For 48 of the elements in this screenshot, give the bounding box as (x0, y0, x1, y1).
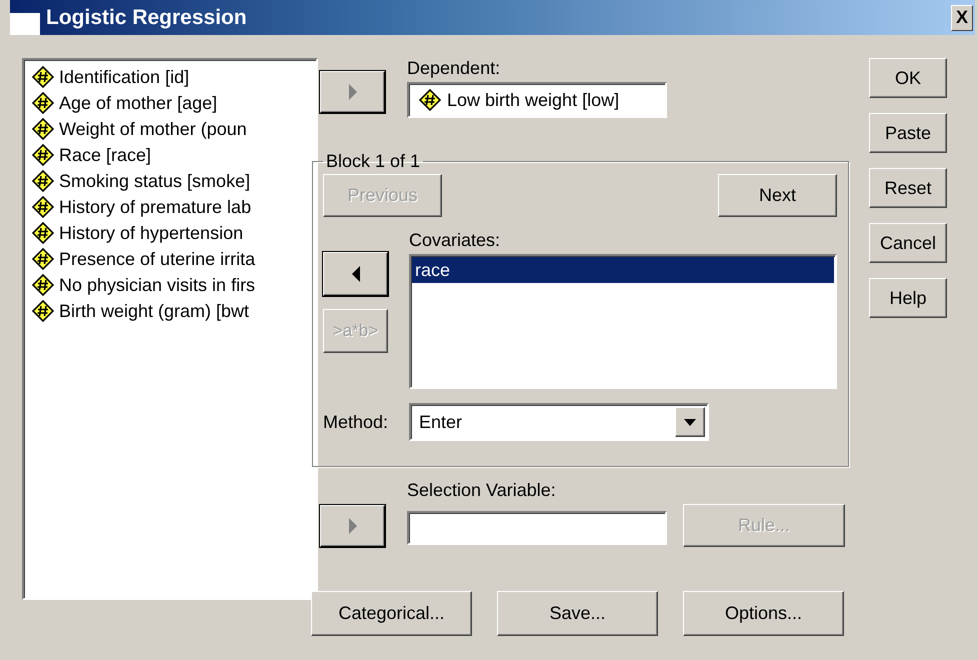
close-button[interactable]: X (951, 4, 973, 30)
window-title: Logistic Regression (46, 6, 248, 30)
covariates-list[interactable]: race (409, 254, 837, 389)
triangle-icon (346, 83, 358, 101)
diamond-icon (32, 66, 54, 88)
diamond-icon (32, 222, 54, 244)
variable-item[interactable]: History of premature lab (59, 196, 252, 218)
diamond-icon (32, 274, 54, 296)
diamond-icon (32, 196, 54, 218)
dependent-field[interactable]: Low birth weight [low] (407, 82, 667, 118)
button[interactable]: OK (869, 58, 947, 98)
group-label: Block 1 of 1 (325, 151, 422, 172)
variable-item[interactable]: Presence of uterine irrita (59, 248, 256, 270)
button[interactable]: Save... (497, 591, 658, 636)
diamond-icon (32, 144, 54, 166)
variable-item[interactable]: Age of mother [age] (59, 92, 218, 114)
button[interactable]: Options... (683, 591, 844, 636)
variable-item[interactable]: No physician visits in firs (59, 274, 256, 296)
triangle-icon (350, 265, 362, 283)
diamond-icon (32, 248, 54, 270)
button[interactable]: Reset (869, 168, 947, 208)
button[interactable]: Categorical... (311, 591, 472, 636)
move-button[interactable] (323, 252, 388, 296)
variable-item[interactable]: Race [race] (59, 144, 152, 166)
app-icon (10, 13, 40, 35)
variable-list[interactable] (22, 58, 318, 600)
variable-item[interactable]: History of hypertension (59, 222, 244, 244)
field-label: Covariates: (409, 230, 502, 251)
method-dropdown[interactable]: Enter (409, 403, 709, 441)
variable-item[interactable]: Birth weight (gram) [bwt (59, 300, 250, 322)
triangle-icon (346, 517, 358, 535)
variable-item[interactable]: Weight of mother (poun (59, 118, 247, 140)
button[interactable]: Paste (869, 113, 947, 153)
field-label: Method: (323, 412, 390, 432)
diamond-icon (32, 118, 54, 140)
button[interactable]: Help (869, 278, 947, 318)
diamond-icon (32, 170, 54, 192)
field-label: Dependent: (407, 58, 502, 79)
diamond-icon (32, 300, 54, 322)
button[interactable]: Next (718, 174, 837, 217)
selection-variable-field[interactable] (407, 511, 667, 545)
variable-item[interactable]: Smoking status [smoke] (59, 170, 250, 192)
button[interactable]: Cancel (869, 223, 947, 263)
field-label: Selection Variable: (407, 480, 557, 501)
list-item[interactable]: race (412, 257, 834, 283)
variable-item[interactable]: Identification [id] (59, 66, 190, 88)
diamond-icon (32, 92, 54, 114)
diamond-icon (419, 89, 441, 111)
